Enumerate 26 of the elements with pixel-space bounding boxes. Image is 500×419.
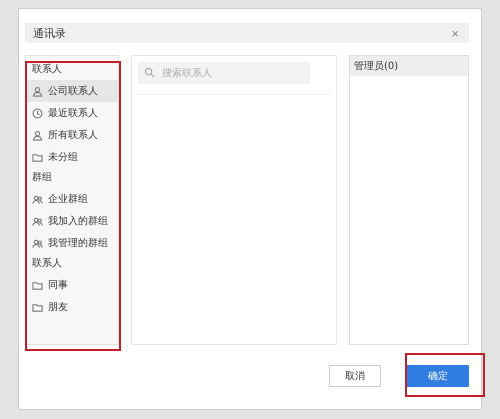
search-field[interactable]: 搜索联系人 <box>138 62 310 84</box>
people-icon <box>32 130 43 140</box>
group-heading: 群组 <box>31 171 53 185</box>
group-heading: 联系人 <box>31 256 63 271</box>
confirm-button[interactable]: 确定 <box>407 365 469 387</box>
folder-icon <box>32 152 43 162</box>
panel-heading: 管理员(0) <box>350 56 468 76</box>
sidebar-item[interactable]: 所有联系人 <box>26 124 118 146</box>
folder-icon <box>32 280 43 290</box>
sidebar-item[interactable]: 我加入的群组 <box>26 210 118 232</box>
sidebar-item[interactable]: 公司联系人 <box>26 80 118 102</box>
sidebar-item[interactable]: 同事 <box>26 274 118 296</box>
group-icon <box>32 194 43 204</box>
people-icon <box>32 86 43 96</box>
group-icon <box>32 216 43 226</box>
group-heading: 联系人 <box>31 62 63 77</box>
sidebar-item[interactable]: 企业群组 <box>26 188 118 210</box>
group-icon <box>32 238 43 248</box>
sidebar-item[interactable]: 最近联系人 <box>26 102 118 124</box>
window-title: 通讯录 <box>33 26 66 40</box>
folder-icon <box>32 302 43 312</box>
sidebar-item[interactable]: 朋友 <box>26 296 118 318</box>
clock-icon <box>32 108 43 118</box>
sidebar-item[interactable]: 我管理的群组 <box>26 232 118 254</box>
sidebar-item[interactable]: 未分组 <box>26 146 118 168</box>
cancel-button[interactable]: 取消 <box>329 365 381 387</box>
